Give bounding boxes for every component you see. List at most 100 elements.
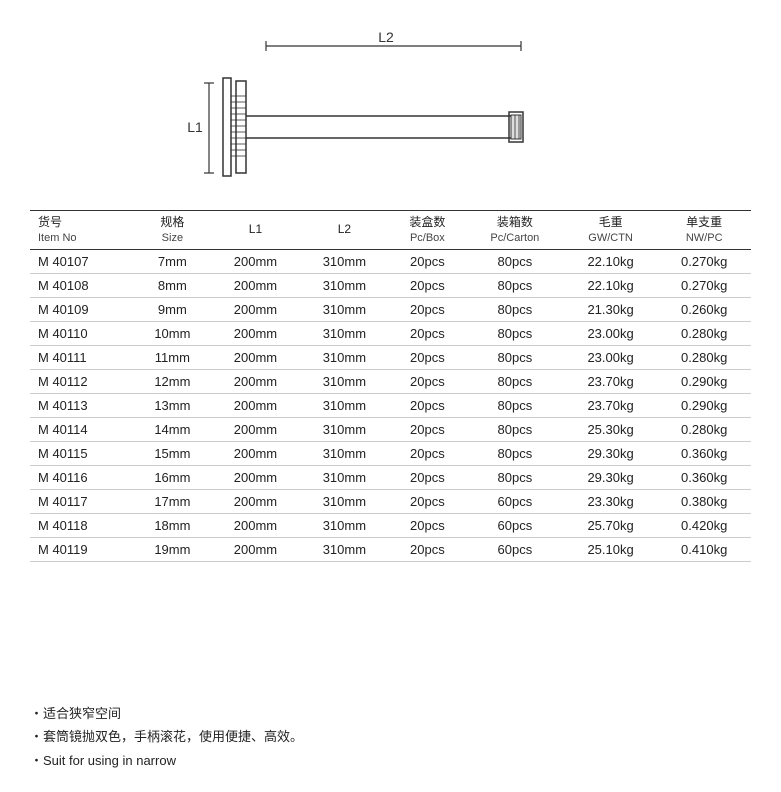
cell-r3-c0: M 40110 [30,321,134,345]
product-table: 货号 Item No 规格 Size L1 L2 装盒数 [30,210,751,562]
cell-r5-c7: 0.290kg [657,369,751,393]
cell-r10-c3: 310mm [300,489,389,513]
tool-diagram: L2 L1 [181,28,601,203]
cell-r9-c7: 0.360kg [657,465,751,489]
cell-r6-c1: 13mm [134,393,211,417]
cell-r11-c0: M 40118 [30,513,134,537]
cell-r1-c6: 22.10kg [564,273,658,297]
cell-r4-c5: 80pcs [466,345,564,369]
cell-r0-c1: 7mm [134,249,211,273]
cell-r2-c6: 21.30kg [564,297,658,321]
cell-r2-c7: 0.260kg [657,297,751,321]
cell-r6-c0: M 40113 [30,393,134,417]
cell-r7-c3: 310mm [300,417,389,441]
cell-r3-c4: 20pcs [389,321,466,345]
diagram-area: L2 L1 [30,20,751,210]
cell-r5-c5: 80pcs [466,369,564,393]
cell-r12-c5: 60pcs [466,537,564,561]
cell-r8-c1: 15mm [134,441,211,465]
cell-r8-c4: 20pcs [389,441,466,465]
cell-r6-c6: 23.70kg [564,393,658,417]
cell-r4-c0: M 40111 [30,345,134,369]
cell-r4-c7: 0.280kg [657,345,751,369]
cell-r3-c1: 10mm [134,321,211,345]
cell-r1-c7: 0.270kg [657,273,751,297]
cell-r10-c5: 60pcs [466,489,564,513]
table-row: M 4011616mm200mm310mm20pcs80pcs29.30kg0.… [30,465,751,489]
cell-r7-c7: 0.280kg [657,417,751,441]
cell-r0-c5: 80pcs [466,249,564,273]
cell-r1-c5: 80pcs [466,273,564,297]
cell-r5-c4: 20pcs [389,369,466,393]
table-row: M 4011919mm200mm310mm20pcs60pcs25.10kg0.… [30,537,751,561]
cell-r6-c7: 0.290kg [657,393,751,417]
cell-r9-c3: 310mm [300,465,389,489]
note-1: ・适合狭窄空间 [30,702,751,725]
cell-r5-c1: 12mm [134,369,211,393]
cell-r7-c6: 25.30kg [564,417,658,441]
table-row: M 4011212mm200mm310mm20pcs80pcs23.70kg0.… [30,369,751,393]
cell-r3-c6: 23.00kg [564,321,658,345]
cell-r3-c5: 80pcs [466,321,564,345]
cell-r9-c1: 16mm [134,465,211,489]
cell-r6-c3: 310mm [300,393,389,417]
cell-r11-c4: 20pcs [389,513,466,537]
table-row: M 4011111mm200mm310mm20pcs80pcs23.00kg0.… [30,345,751,369]
col-header-nw: 单支重 NW/PC [657,211,751,250]
cell-r10-c0: M 40117 [30,489,134,513]
cell-r2-c3: 310mm [300,297,389,321]
cell-r12-c7: 0.410kg [657,537,751,561]
cell-r2-c4: 20pcs [389,297,466,321]
cell-r11-c7: 0.420kg [657,513,751,537]
note-2: ・套筒镜抛双色，手柄滚花，使用便捷、高效。 [30,725,751,748]
table-row: M 4011010mm200mm310mm20pcs80pcs23.00kg0.… [30,321,751,345]
col-header-gw: 毛重 GW/CTN [564,211,658,250]
cell-r12-c6: 25.10kg [564,537,658,561]
cell-r9-c2: 200mm [211,465,300,489]
cell-r2-c0: M 40109 [30,297,134,321]
cell-r10-c2: 200mm [211,489,300,513]
cell-r2-c2: 200mm [211,297,300,321]
cell-r11-c5: 60pcs [466,513,564,537]
note-3: ・Suit for using in narrow [30,749,751,772]
cell-r11-c6: 25.70kg [564,513,658,537]
cell-r10-c7: 0.380kg [657,489,751,513]
cell-r6-c2: 200mm [211,393,300,417]
cell-r4-c6: 23.00kg [564,345,658,369]
col-header-l2: L2 [300,211,389,250]
cell-r0-c3: 310mm [300,249,389,273]
table-row: M 4011717mm200mm310mm20pcs60pcs23.30kg0.… [30,489,751,513]
cell-r8-c0: M 40115 [30,441,134,465]
svg-text:L1: L1 [187,119,203,135]
cell-r5-c3: 310mm [300,369,389,393]
cell-r1-c3: 310mm [300,273,389,297]
col-header-pc-box: 装盒数 Pc/Box [389,211,466,250]
cell-r6-c4: 20pcs [389,393,466,417]
col-header-l1: L1 [211,211,300,250]
cell-r12-c0: M 40119 [30,537,134,561]
cell-r9-c4: 20pcs [389,465,466,489]
cell-r8-c2: 200mm [211,441,300,465]
cell-r1-c4: 20pcs [389,273,466,297]
cell-r9-c5: 80pcs [466,465,564,489]
cell-r7-c1: 14mm [134,417,211,441]
table-row: M 4011313mm200mm310mm20pcs80pcs23.70kg0.… [30,393,751,417]
cell-r12-c4: 20pcs [389,537,466,561]
cell-r0-c2: 200mm [211,249,300,273]
table-area: 货号 Item No 规格 Size L1 L2 装盒数 [30,210,751,690]
table-row: M 4011414mm200mm310mm20pcs80pcs25.30kg0.… [30,417,751,441]
cell-r7-c5: 80pcs [466,417,564,441]
cell-r9-c6: 29.30kg [564,465,658,489]
table-row: M 401077mm200mm310mm20pcs80pcs22.10kg0.2… [30,249,751,273]
cell-r12-c2: 200mm [211,537,300,561]
table-row: M 4011818mm200mm310mm20pcs60pcs25.70kg0.… [30,513,751,537]
cell-r10-c1: 17mm [134,489,211,513]
cell-r7-c2: 200mm [211,417,300,441]
table-row: M 4011515mm200mm310mm20pcs80pcs29.30kg0.… [30,441,751,465]
cell-r3-c7: 0.280kg [657,321,751,345]
cell-r3-c2: 200mm [211,321,300,345]
cell-r7-c0: M 40114 [30,417,134,441]
table-header-row: 货号 Item No 规格 Size L1 L2 装盒数 [30,211,751,250]
cell-r1-c0: M 40108 [30,273,134,297]
cell-r7-c4: 20pcs [389,417,466,441]
